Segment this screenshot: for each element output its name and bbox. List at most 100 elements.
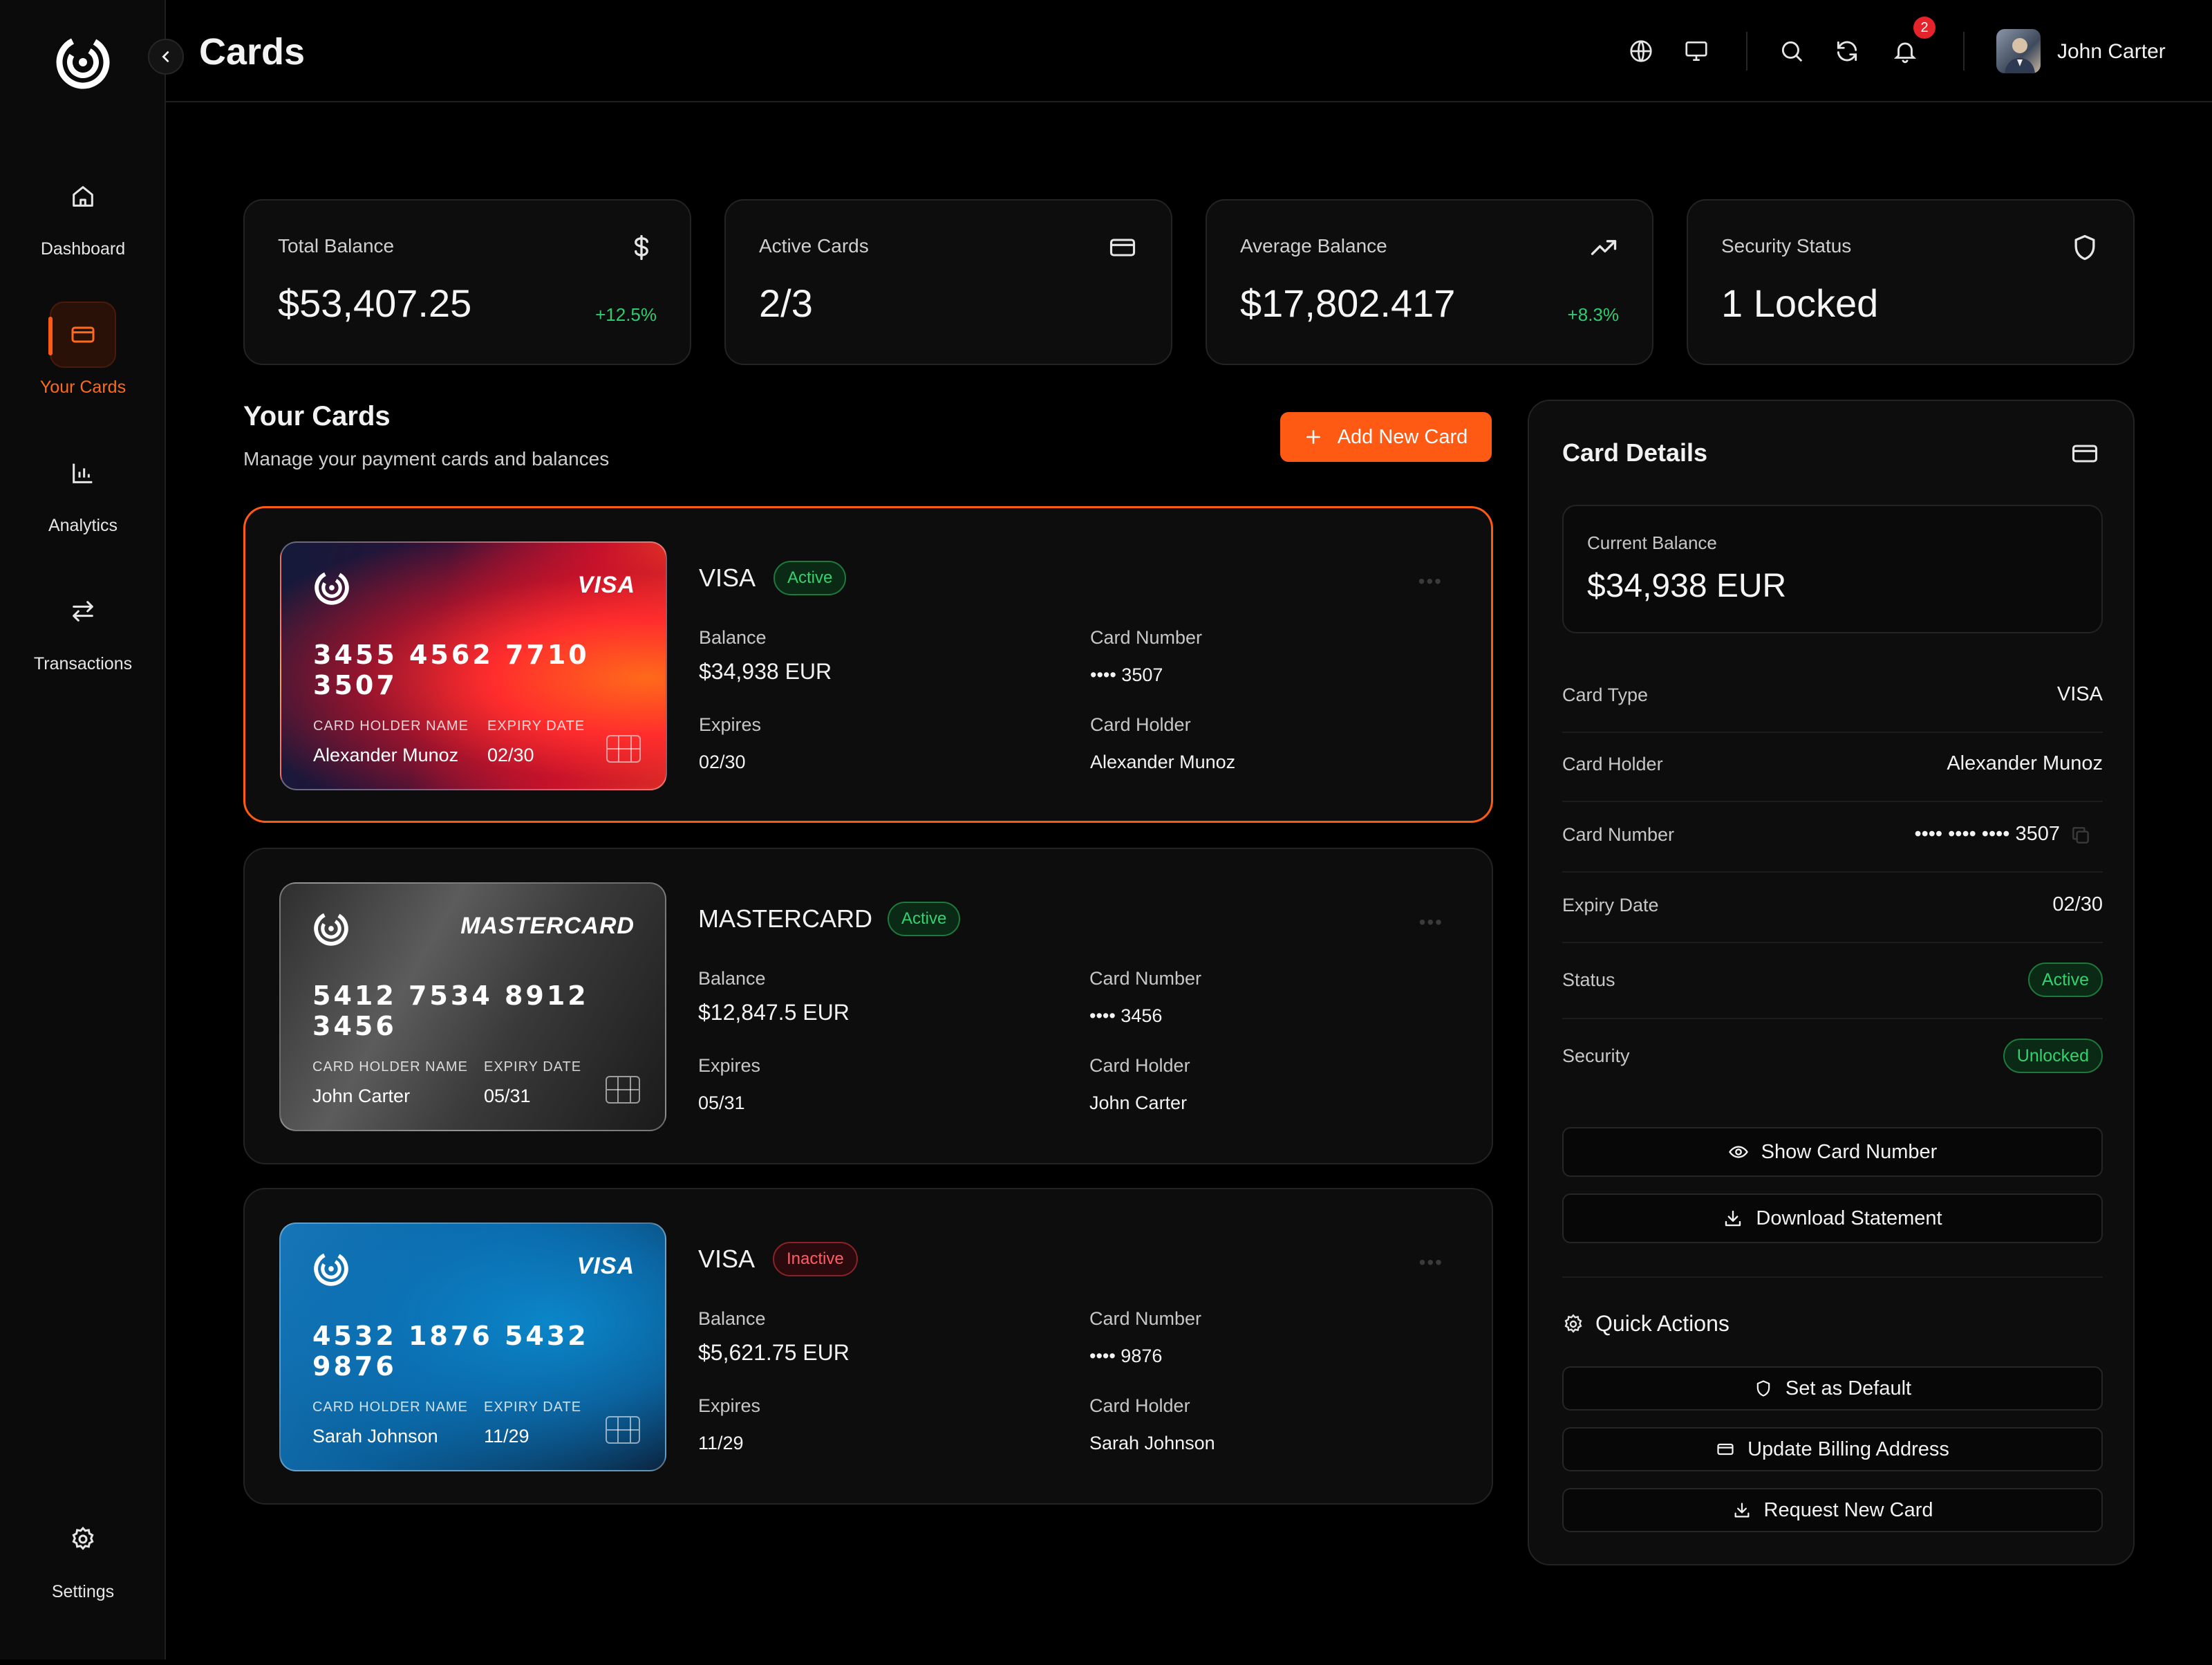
search-icon[interactable] (1777, 36, 1807, 66)
card-brand-title: VISA (698, 1245, 756, 1273)
avatar[interactable] (1996, 29, 2041, 73)
detail-value: Alexander Munoz (1947, 752, 2103, 774)
card-brand: MASTERCARD (460, 913, 635, 939)
stat-card-active-cards: Active Cards 2/3 (724, 199, 1172, 365)
update-billing-address-button[interactable]: Update Billing Address (1562, 1427, 2103, 1471)
card-row[interactable]: VISA 4532 1876 5432 9876 CARD HOLDER NAM… (243, 1188, 1493, 1505)
monitor-icon[interactable] (1681, 36, 1712, 66)
show-card-number-button[interactable]: Show Card Number (1562, 1127, 2103, 1177)
chip-icon (606, 1416, 640, 1444)
card-expiry: 05/31 (484, 1086, 531, 1106)
sidebar-item-your-cards[interactable]: Your Cards (0, 301, 166, 398)
card-number: 5412 7534 8912 3456 (312, 980, 589, 1041)
card-holder-label: Card Holder (1090, 714, 1191, 735)
card-number-label: Card Number (1090, 627, 1203, 648)
sidebar-item-label: Analytics (48, 516, 118, 535)
stat-card-average-balance: Average Balance $17,802.417 +8.3% (1206, 199, 1653, 365)
detail-value: •••• •••• •••• 3507 (1914, 823, 2060, 845)
credit-card-visual[interactable]: MASTERCARD 5412 7534 8912 3456 CARD HOLD… (279, 882, 666, 1131)
expires-label: Expires (698, 1395, 761, 1416)
sidebar-item-settings[interactable]: Settings (0, 1506, 166, 1602)
globe-icon[interactable] (1626, 36, 1656, 66)
status-badge: Active (774, 561, 847, 595)
detail-key: Status (1562, 969, 1615, 990)
security-badge: Unlocked (2003, 1039, 2103, 1073)
bar-chart-icon (50, 440, 116, 506)
expiry-caption: EXPIRY DATE (484, 1059, 582, 1075)
stat-label: Average Balance (1240, 235, 1387, 257)
card-details-panel: Card Details Current Balance $34,938 EUR… (1528, 400, 2135, 1565)
card-holder-caption: CARD HOLDER NAME (312, 1059, 468, 1075)
arrows-swap-icon (50, 578, 116, 644)
current-balance-value: $34,938 EUR (1587, 568, 1787, 604)
card-number-masked: •••• 9876 (1089, 1346, 1163, 1366)
card-number: 4532 1876 5432 9876 (312, 1321, 589, 1382)
card-holder-name: John Carter (312, 1086, 411, 1106)
card-row[interactable]: VISA 3455 4562 7710 3507 CARD HOLDER NAM… (243, 506, 1493, 823)
sidebar-item-transactions[interactable]: Transactions (0, 578, 166, 674)
request-new-card-label: Request New Card (1763, 1498, 1933, 1521)
sidebar: Dashboard Your Cards Analytics Transacti… (0, 0, 166, 1659)
card-expires: 05/31 (698, 1092, 745, 1113)
refresh-icon[interactable] (1832, 36, 1862, 66)
detail-row-card-number: Card Number •••• •••• •••• 3507 (1562, 803, 2103, 873)
credit-card-icon (1107, 232, 1138, 263)
card-logo-icon (314, 1252, 348, 1286)
copy-icon[interactable] (2070, 824, 2092, 846)
show-card-number-label: Show Card Number (1761, 1140, 1938, 1163)
download-statement-button[interactable]: Download Statement (1562, 1193, 2103, 1243)
more-options-icon[interactable]: ••• (1419, 1252, 1443, 1274)
bell-icon[interactable] (1890, 36, 1920, 66)
download-icon (1734, 1503, 1749, 1518)
add-new-card-button[interactable]: Add New Card (1280, 412, 1492, 462)
set-as-default-button[interactable]: Set as Default (1562, 1366, 2103, 1411)
card-details-title: Card Details (1562, 438, 1708, 467)
detail-key: Security (1562, 1045, 1630, 1066)
card-number-label: Card Number (1089, 968, 1202, 989)
credit-card-icon (48, 301, 116, 368)
request-new-card-button[interactable]: Request New Card (1562, 1488, 2103, 1532)
detail-value: VISA (2056, 683, 2103, 705)
home-icon (50, 163, 116, 230)
balance-label: Balance (698, 1308, 766, 1329)
gear-icon (1564, 1314, 1582, 1333)
sidebar-item-label: Transactions (33, 654, 133, 673)
stat-card-total-balance: Total Balance $53,407.25 +12.5% (243, 199, 691, 365)
credit-card-visual[interactable]: VISA 4532 1876 5432 9876 CARD HOLDER NAM… (279, 1222, 666, 1471)
user-name[interactable]: John Carter (2057, 40, 2166, 64)
current-balance-box: Current Balance $34,938 EUR (1562, 505, 2103, 633)
more-options-icon[interactable]: ••• (1418, 570, 1443, 593)
shield-icon (1756, 1380, 1770, 1397)
expiry-caption: EXPIRY DATE (487, 718, 585, 734)
credit-card-visual[interactable]: VISA 3455 4562 7710 3507 CARD HOLDER NAM… (280, 541, 667, 790)
sidebar-item-analytics[interactable]: Analytics (0, 440, 166, 536)
stat-change: +8.3% (1567, 304, 1619, 325)
credit-card-icon (2070, 438, 2100, 469)
more-options-icon[interactable]: ••• (1419, 911, 1443, 933)
card-holder: Sarah Johnson (1089, 1433, 1215, 1453)
stat-value: 2/3 (759, 281, 813, 325)
detail-key: Card Number (1562, 824, 1675, 845)
stat-label: Security Status (1721, 235, 1852, 257)
plus-icon (1306, 430, 1320, 444)
topbar: Cards 2 John Carter (166, 0, 2212, 102)
gear-icon (50, 1506, 116, 1572)
card-row[interactable]: MASTERCARD 5412 7534 8912 3456 CARD HOLD… (243, 848, 1493, 1164)
card-holder-caption: CARD HOLDER NAME (312, 1399, 468, 1415)
set-as-default-label: Set as Default (1785, 1377, 1912, 1399)
expires-label: Expires (699, 714, 762, 735)
detail-key: Expiry Date (1562, 895, 1659, 915)
detail-row-card-type: Card Type VISA (1562, 664, 2103, 733)
card-holder: Alexander Munoz (1090, 752, 1236, 772)
balance-label: Balance (699, 627, 767, 648)
card-expiry: 11/29 (484, 1426, 529, 1447)
app-logo[interactable] (54, 33, 112, 91)
sidebar-item-dashboard[interactable]: Dashboard (0, 163, 166, 259)
card-expires: 11/29 (698, 1433, 744, 1453)
collapse-sidebar-button[interactable] (148, 39, 184, 75)
card-balance: $12,847.5 EUR (698, 1000, 850, 1025)
card-holder-label: Card Holder (1089, 1055, 1190, 1076)
download-icon (1725, 1210, 1741, 1227)
detail-row-card-holder: Card Holder Alexander Munoz (1562, 733, 2103, 802)
section-title: Your Cards (243, 401, 391, 431)
